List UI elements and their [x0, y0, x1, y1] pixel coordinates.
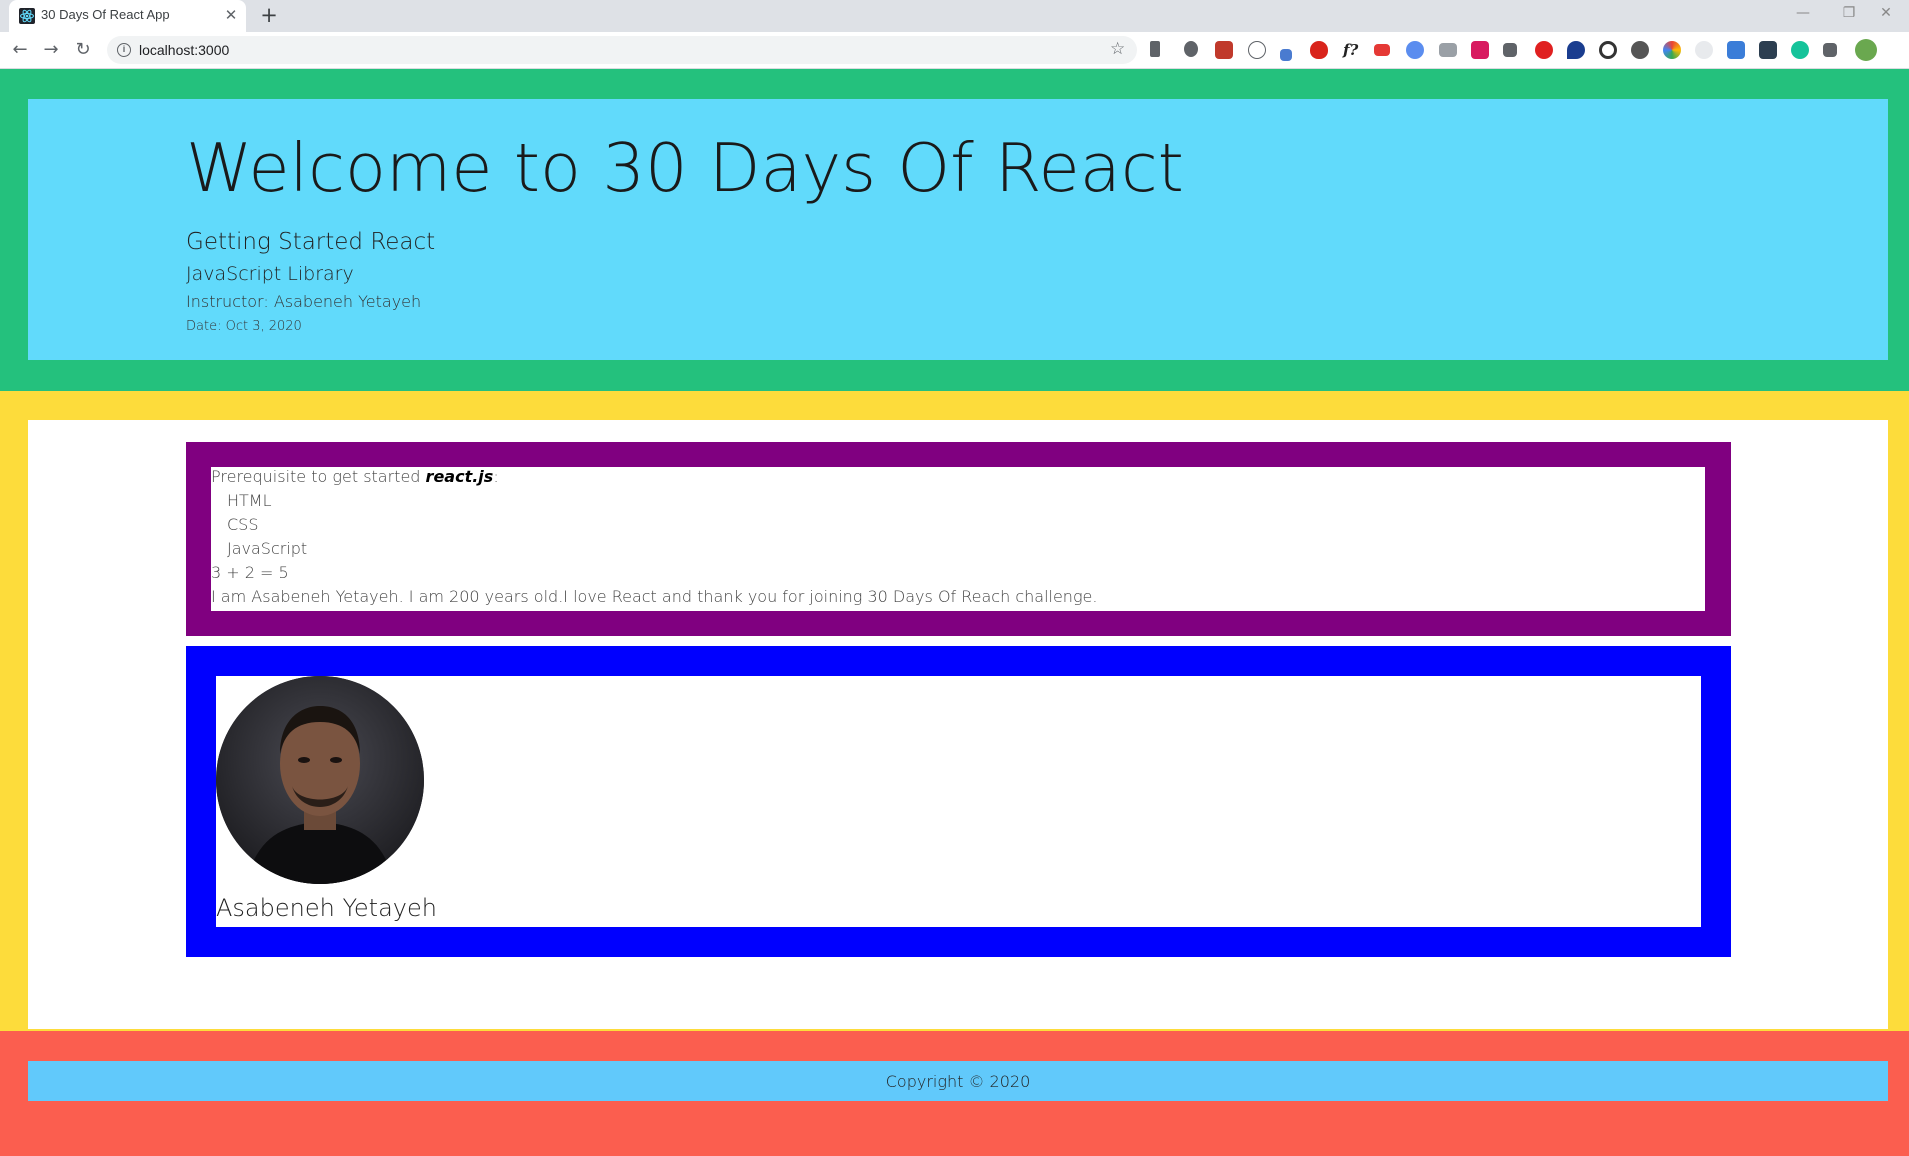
prerequisite-text: Prerequisite to get started — [211, 467, 426, 486]
bio-text: I am Asabeneh Yetayeh. I am 200 years ol… — [211, 587, 1098, 606]
info-ext-icon[interactable] — [1406, 41, 1424, 59]
pen-icon[interactable] — [1280, 49, 1292, 61]
bookmark-star-icon[interactable]: ☆ — [1110, 39, 1125, 59]
footer-section: Copyright © 2020 — [0, 1031, 1909, 1156]
color-wheel-icon[interactable] — [1663, 41, 1681, 59]
profile-avatar-icon[interactable] — [1855, 39, 1877, 61]
ublock-icon[interactable] — [1310, 41, 1328, 59]
prerequisite-box: Prerequisite to get started react.js: HT… — [186, 442, 1731, 636]
url-text[interactable]: localhost:3000 — [139, 42, 229, 58]
avatar — [216, 676, 424, 884]
date-label: Date: Oct 3, 2020 — [186, 319, 302, 334]
page-content: Welcome to 30 Days Of React Getting Star… — [0, 69, 1909, 1156]
page-subtitle: Getting Started React — [186, 229, 436, 255]
browser-tab[interactable]: 30 Days Of React App ✕ — [9, 0, 246, 32]
puzzle-icon[interactable] — [1823, 43, 1837, 57]
bug-icon[interactable] — [1184, 41, 1198, 57]
react-favicon-icon — [19, 8, 35, 24]
instructor-label: Instructor: Asabeneh Yetayeh — [186, 292, 422, 311]
heart-icon[interactable] — [1567, 41, 1585, 59]
camera-icon[interactable] — [1439, 43, 1457, 57]
close-window-button[interactable]: ✕ — [1863, 0, 1909, 28]
copyright-text: Copyright © 2020 — [885, 1072, 1031, 1091]
site-info-icon[interactable]: i — [117, 43, 131, 57]
footer-wrapper: Copyright © 2020 — [28, 1061, 1888, 1101]
megaphone-icon[interactable] — [1374, 44, 1390, 56]
prerequisite-content: Prerequisite to get started react.js: HT… — [211, 467, 1705, 611]
octocat-icon[interactable] — [1695, 41, 1713, 59]
header-wrapper: Welcome to 30 Days Of React Getting Star… — [28, 99, 1888, 360]
lighthouse-icon[interactable] — [1727, 41, 1745, 59]
grammarly-icon[interactable] — [1791, 41, 1809, 59]
reload-icon[interactable]: ↻ — [71, 38, 95, 62]
record-icon[interactable] — [1535, 41, 1553, 59]
library-label: JavaScript Library — [186, 263, 354, 285]
header-section: Welcome to 30 Days Of React Getting Star… — [0, 69, 1909, 391]
profile-content: Asabeneh Yetayeh — [216, 676, 1701, 927]
profile-box: Asabeneh Yetayeh — [186, 646, 1731, 957]
main-wrapper: Prerequisite to get started react.js: HT… — [28, 420, 1888, 1029]
tab-strip: 30 Days Of React App ✕ + — ❐ ✕ — [0, 0, 1909, 32]
color-icon[interactable] — [1471, 41, 1489, 59]
tab-close-icon[interactable]: ✕ — [222, 6, 240, 24]
image-icon[interactable] — [1215, 41, 1233, 59]
address-bar[interactable]: i localhost:3000 ☆ — [107, 36, 1137, 64]
react-emphasis: react.js — [425, 467, 494, 486]
page-title: Welcome to 30 Days Of React — [186, 129, 1184, 207]
bookmarks-icon[interactable] — [1150, 41, 1160, 57]
skill-item: JavaScript — [227, 539, 308, 558]
wordpress-icon[interactable] — [1631, 41, 1649, 59]
skill-item: HTML — [227, 491, 272, 510]
tool-icon[interactable] — [1503, 43, 1517, 57]
math-result: 3 + 2 = 5 — [211, 563, 289, 582]
new-tab-button[interactable]: + — [258, 4, 280, 26]
portrait-image — [216, 676, 424, 884]
prerequisite-intro: Prerequisite to get started react.js: — [211, 467, 499, 486]
browser-toolbar: ← → ↻ i localhost:3000 ☆ ⋮ — [0, 32, 1909, 89]
g-icon[interactable] — [1599, 41, 1617, 59]
screenshot-icon[interactable] — [1759, 41, 1777, 59]
font-icon[interactable]: f? — [1343, 41, 1361, 59]
skill-item: CSS — [227, 515, 259, 534]
profile-name: Asabeneh Yetayeh — [216, 894, 437, 922]
prerequisite-colon: : — [493, 467, 499, 486]
tab-title: 30 Days Of React App — [41, 7, 170, 22]
forward-arrow-icon[interactable]: → — [39, 38, 63, 62]
back-arrow-icon[interactable]: ← — [8, 38, 32, 62]
braces-icon[interactable] — [1248, 41, 1266, 59]
minimize-button[interactable]: — — [1780, 0, 1826, 28]
main-section: Prerequisite to get started react.js: HT… — [0, 391, 1909, 1031]
